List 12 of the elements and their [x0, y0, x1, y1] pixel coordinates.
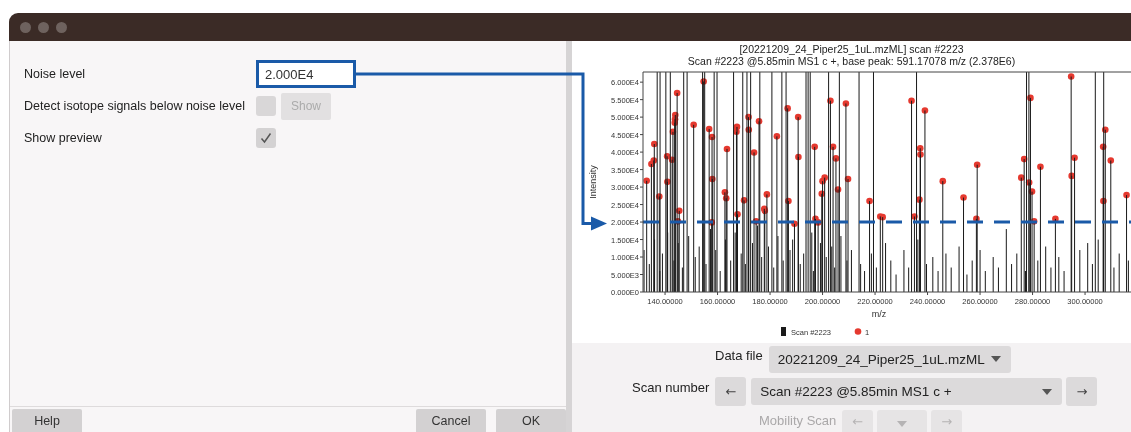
- axis-label: m/z: [871, 309, 887, 319]
- chart-title: [20221209_24_Piper25_1uL.mzML] scan #2223: [739, 43, 964, 55]
- dropdown-value: 20221209_24_Piper25_1uL.mzML: [777, 351, 986, 367]
- field-label: Data file: [715, 347, 763, 363]
- field-label: Show preview: [24, 131, 103, 145]
- field-label: Detect isotope signals below noise level: [24, 99, 246, 113]
- field-label: Mobility Scan: [759, 412, 837, 428]
- chart-subtitle: Scan #2223 @5.85min MS1 c +, base peak: 591.17078 m/z (2.378E6): [687, 55, 1016, 67]
- axis-label: Intensity: [588, 165, 598, 199]
- field-label: Scan number: [632, 379, 710, 395]
- field-label: Noise level: [24, 67, 87, 81]
- dropdown-value: Scan #2223 @5.85min MS1 c +: [760, 384, 953, 399]
